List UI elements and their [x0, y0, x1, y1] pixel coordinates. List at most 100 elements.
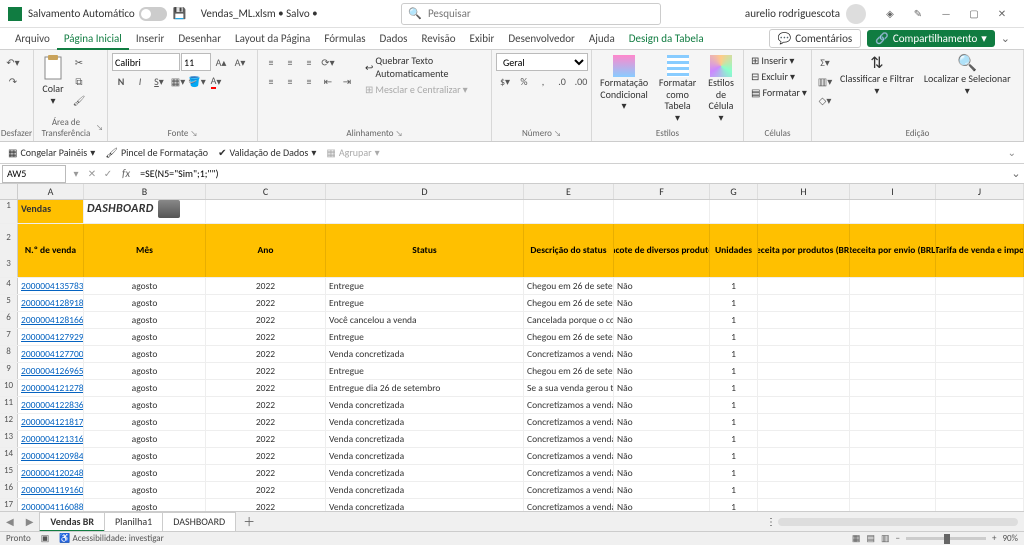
row-number[interactable]: 12	[0, 414, 18, 430]
view-layout-button[interactable]: ▤	[866, 533, 875, 544]
row-number[interactable]: 5	[0, 295, 18, 311]
freeze-panes-button[interactable]: ▦ Congelar Painéis ▾	[8, 146, 95, 159]
zoom-out-button[interactable]: −	[895, 533, 899, 544]
file-name[interactable]: Vendas_ML.xlsm • Salvo •	[201, 7, 318, 20]
macro-record-icon[interactable]: ▣	[41, 533, 50, 544]
table-row[interactable]: 52000004128918agosto2022EntregueChegou e…	[0, 295, 1024, 312]
paste-button[interactable]: Colar ▾	[38, 53, 68, 108]
minimize-button[interactable]: —	[932, 3, 960, 25]
sale-id-link[interactable]: 2000004135783	[21, 280, 84, 292]
align-bottom-button[interactable]: ≡	[300, 53, 318, 71]
fill-button[interactable]: ▥▾	[816, 72, 834, 90]
italic-button[interactable]: I	[131, 72, 149, 90]
sheet-nav-next[interactable]: ▶	[20, 515, 40, 528]
cancel-formula-button[interactable]: ✕	[84, 167, 100, 180]
align-top-button[interactable]: ≡	[262, 53, 280, 71]
decrease-indent-button[interactable]: ⇤	[319, 72, 337, 90]
maximize-button[interactable]: ▢	[960, 3, 988, 25]
view-break-button[interactable]: ▥	[881, 533, 890, 544]
currency-button[interactable]: $▾	[496, 72, 514, 90]
font-color-button[interactable]: A▾	[207, 72, 225, 90]
merge-center-button[interactable]: ⊞ Mesclar e Centralizar ▾	[362, 82, 487, 97]
table-row[interactable]: 122000004121817agosto2022Venda concretiz…	[0, 414, 1024, 431]
autosave-toggle[interactable]	[139, 7, 167, 21]
ribbon-tab-revisão[interactable]: Revisão	[414, 28, 462, 50]
row-number[interactable]: 11	[0, 397, 18, 413]
row-number[interactable]: 14	[0, 448, 18, 464]
confirm-formula-button[interactable]: ✓	[100, 167, 116, 180]
save-icon[interactable]: 💾	[173, 7, 187, 21]
clear-button[interactable]: ◇▾	[816, 91, 834, 109]
sale-id-link[interactable]: 2000004126965	[21, 365, 84, 377]
ribbon-tab-dados[interactable]: Dados	[373, 28, 415, 50]
diamond-icon[interactable]: ◈	[876, 3, 904, 25]
view-normal-button[interactable]: ▦	[852, 533, 861, 544]
increase-font-button[interactable]: A▴	[212, 53, 230, 71]
sale-id-link[interactable]: 2000004121278	[21, 382, 84, 394]
sale-id-link[interactable]: 2000004121817	[21, 416, 84, 428]
row-number[interactable]: 15	[0, 465, 18, 481]
table-row[interactable]: 92000004126965agosto2022EntregueChegou e…	[0, 363, 1024, 380]
row-number[interactable]: 7	[0, 329, 18, 345]
align-right-button[interactable]: ≡	[300, 72, 318, 90]
column-header[interactable]: B	[84, 184, 206, 199]
delete-cells-button[interactable]: ⊟ Excluir ▾	[748, 69, 798, 84]
table-header-cell[interactable]: Receita por envio (BRL)	[850, 224, 936, 277]
fx-icon[interactable]: fx	[116, 167, 136, 180]
table-header-cell[interactable]: Mês	[84, 224, 206, 277]
table-row[interactable]: 152000004120248agosto2022Venda concretiz…	[0, 465, 1024, 482]
copy-button[interactable]: ⧉	[70, 72, 88, 90]
sale-id-link[interactable]: 2000004120248	[21, 467, 84, 479]
comma-button[interactable]: ,	[534, 72, 552, 90]
table-header-cell[interactable]: Receita por produtos (BRL)	[758, 224, 850, 277]
column-header[interactable]: G	[710, 184, 758, 199]
insert-cells-button[interactable]: ⊞ Inserir ▾	[748, 53, 797, 68]
table-header-cell[interactable]: Tarifa de venda e impo	[936, 224, 1024, 277]
sale-id-link[interactable]: 2000004127700	[21, 348, 84, 360]
align-launcher[interactable]: ↘	[396, 129, 403, 139]
number-launcher[interactable]: ↘	[554, 129, 561, 139]
table-row[interactable]: 142000004120984agosto2022Venda concretiz…	[0, 448, 1024, 465]
sale-id-link[interactable]: 2000004121316	[21, 433, 84, 445]
ribbon-tab-inserir[interactable]: Inserir	[129, 28, 172, 50]
ribbon-tab-exibir[interactable]: Exibir	[463, 28, 502, 50]
data-validation-button[interactable]: ✔ Validação de Dados ▾	[218, 146, 316, 159]
cut-button[interactable]: ✂	[70, 53, 88, 71]
table-header-cell[interactable]: Ano	[206, 224, 326, 277]
table-row[interactable]: 72000004127929agosto2022EntregueChegou e…	[0, 329, 1024, 346]
clipboard-launcher[interactable]: ↘	[96, 123, 103, 133]
align-middle-button[interactable]: ≡	[281, 53, 299, 71]
ribbon-tab-design-da-tabela[interactable]: Design da Tabela	[622, 28, 711, 50]
table-header-cell[interactable]: Status	[326, 224, 524, 277]
row-number[interactable]: 9	[0, 363, 18, 379]
table-row[interactable]: 102000004121278agosto2022Entregue dia 26…	[0, 380, 1024, 397]
row-number[interactable]: 1	[0, 200, 18, 223]
format-cells-button[interactable]: ▤ Formatar ▾	[748, 85, 810, 100]
sale-id-link[interactable]: 2000004127929	[21, 331, 84, 343]
bold-button[interactable]: N	[112, 72, 130, 90]
sheet-nav-prev[interactable]: ◀	[0, 515, 20, 528]
font-name-input[interactable]	[112, 53, 180, 71]
zoom-in-button[interactable]: +	[992, 533, 996, 544]
align-center-button[interactable]: ≡	[281, 72, 299, 90]
column-header[interactable]: H	[758, 184, 850, 199]
row-number[interactable]: 23	[0, 224, 18, 277]
user-name[interactable]: aurelio rodriguescota	[745, 7, 840, 20]
format-as-table-button[interactable]: Formatar como Tabela ▾	[654, 53, 701, 125]
formula-input[interactable]	[136, 167, 1008, 180]
namebox-dropdown[interactable]: ▾	[68, 167, 84, 180]
align-left-button[interactable]: ≡	[262, 72, 280, 90]
ribbon-tab-desenhar[interactable]: Desenhar	[171, 28, 228, 50]
name-box[interactable]	[2, 165, 66, 183]
ribbon-tab-fórmulas[interactable]: Fórmulas	[317, 28, 372, 50]
sheet-options[interactable]: ⋮	[766, 515, 776, 528]
decrease-font-button[interactable]: A▾	[231, 53, 249, 71]
formula-expand[interactable]: ⌄	[1008, 167, 1024, 180]
column-header[interactable]: I	[850, 184, 936, 199]
spreadsheet-grid[interactable]: ABCDEFGHIJ 1 Vendas DASHBOARD 23 N.º de …	[0, 184, 1024, 526]
share-button[interactable]: 🔗 Compartilhamento ▾	[867, 30, 995, 47]
sheet-tab[interactable]: DASHBOARD	[162, 512, 236, 532]
pen-icon[interactable]: ✎	[904, 3, 932, 25]
sheet-tab[interactable]: Planilha1	[104, 512, 163, 532]
horizontal-scrollbar[interactable]	[778, 518, 1018, 526]
